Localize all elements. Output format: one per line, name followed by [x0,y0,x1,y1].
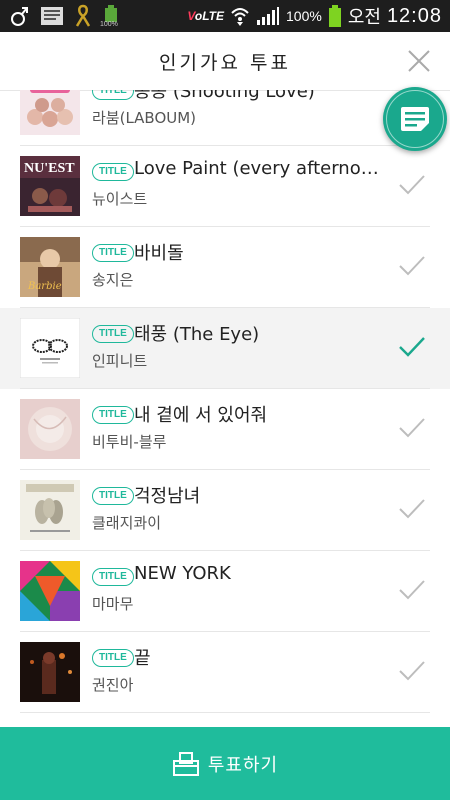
status-time: 12:08 [386,4,442,27]
check-icon-selected[interactable] [396,333,428,361]
song-title: 바비돌 [134,243,184,264]
title-badge: TITLE [92,568,134,586]
album-art-clazziquai [20,480,80,540]
song-title: Love Paint (every afternoon) [134,158,379,179]
status-bar-right: VoLTE 100% 오전 12:08 [187,0,442,32]
song-title: 내 곁에 서 있어줘 [134,405,268,426]
battery-percent: 100% [286,8,322,24]
song-artist: 라붐(LABOUM) [92,109,197,127]
small-battery-text: 100% [100,21,118,28]
check-icon[interactable] [396,495,428,523]
svg-text:NU'EST: NU'EST [24,161,75,176]
volte-indicator: VoLTE [187,9,224,23]
title-badge: TITLE [92,649,134,667]
check-icon[interactable] [396,171,428,199]
album-cover [20,399,80,459]
song-row[interactable]: TITLE 끝 권진아 [0,632,450,713]
check-icon[interactable] [396,657,428,685]
song-list: TITLE 퐁퐁 (Shooting Love) 라붐(LABOUM) NU'E… [0,90,450,727]
row-divider [20,712,430,713]
song-title: 걱정남녀 [134,486,201,507]
battery-icon [328,5,341,27]
signal-icon [257,7,279,25]
title-badge: TITLE [92,244,134,262]
title-badge: TITLE [92,406,134,424]
check-icon[interactable] [396,414,428,442]
album-cover: Barbie [20,237,80,297]
small-battery: 100% [100,4,120,28]
album-cover [20,318,80,378]
album-art-nuest: NU'EST [20,156,80,216]
song-title: NEW YORK [134,563,231,584]
song-row-selected[interactable]: TITLE 태풍 (The Eye) 인피니트 [0,308,450,389]
title-badge: TITLE [92,325,134,343]
album-art-laboum [20,90,80,135]
wifi-icon [231,8,249,26]
page-title: 인기가요 투표 [159,52,291,74]
check-icon[interactable] [396,252,428,280]
status-ampm: 오전 [347,7,381,28]
check-icon[interactable] [396,576,428,604]
app-header: 인기가요 투표 [0,32,450,91]
album-art-kwonjinah [20,642,80,702]
album-art-barbiedoll: Barbie [20,237,80,297]
floating-list-button[interactable] [383,87,447,151]
song-row[interactable]: NU'EST TITLE Love Paint (every afternoon… [0,146,450,227]
song-artist: 비투비-블루 [92,433,167,451]
status-bar-left: 100% [10,4,120,28]
song-row[interactable]: TITLE 내 곁에 서 있어줘 비투비-블루 [0,389,450,470]
album-cover [20,480,80,540]
male-symbol-icon [11,7,28,26]
song-artist: 송지은 [92,271,134,289]
title-badge: TITLE [92,487,134,505]
song-row[interactable]: Barbie TITLE 바비돌 송지은 [0,227,450,308]
svg-text:Barbie: Barbie [27,281,62,292]
vote-button-label: 투표하기 [207,754,279,776]
song-artist: 권진아 [92,676,134,694]
song-artist: 마마무 [92,595,134,613]
album-cover [20,90,80,135]
album-art-btob [20,399,80,459]
song-artist: 뉴이스트 [92,190,148,208]
status-bar: 100% VoLTE 100% 오전 12:08 [0,0,450,32]
song-title: 태풍 (The Eye) [134,324,260,345]
vote-button-content: 투표하기 [0,727,450,800]
song-title: 끝 [134,648,151,669]
album-cover [20,642,80,702]
song-artist: 클래지콰이 [92,514,162,532]
album-art-mamamoo [20,561,80,621]
ribbon-icon [75,4,91,27]
title-badge: TITLE [92,163,134,181]
album-cover: NU'EST [20,156,80,216]
title-badge: TITLE [92,90,134,100]
close-icon[interactable] [406,48,432,74]
list-icon [401,107,429,131]
song-artist: 인피니트 [92,352,148,370]
song-title: 퐁퐁 (Shooting Love) [134,90,315,102]
song-row[interactable]: TITLE NEW YORK 마마무 [0,551,450,632]
album-art-infinite [20,318,80,378]
album-cover [20,561,80,621]
song-row[interactable]: TITLE 걱정남녀 클래지콰이 [0,470,450,551]
ballot-box-icon [172,751,199,776]
document-icon [41,7,63,25]
vote-button[interactable]: 투표하기 [0,727,450,800]
